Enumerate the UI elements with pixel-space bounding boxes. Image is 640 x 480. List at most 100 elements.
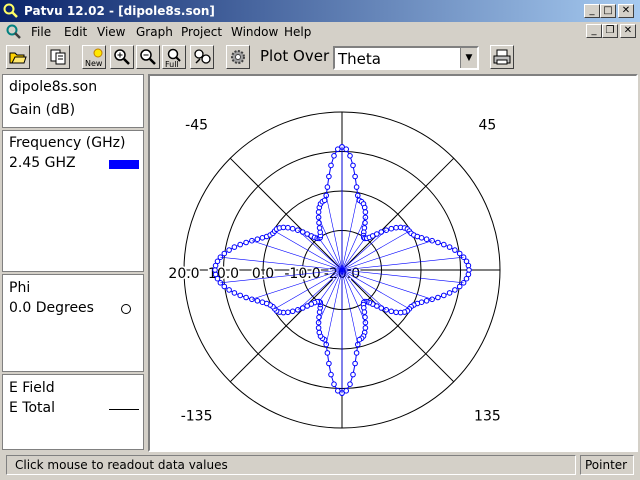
- circle-marker-icon: [121, 304, 131, 314]
- frequency-header: Frequency (GHz): [9, 135, 126, 151]
- data-point: [324, 184, 331, 190]
- data-point: [456, 250, 463, 257]
- menu-project[interactable]: Project: [181, 25, 222, 39]
- data-point: [452, 247, 458, 253]
- quantity-label: Gain (dB): [9, 102, 76, 118]
- data-point: [221, 283, 228, 290]
- menu-window[interactable]: Window: [231, 25, 278, 39]
- phi-header: Phi: [9, 280, 31, 296]
- data-point: [374, 231, 380, 237]
- data-point: [361, 309, 368, 315]
- open-icon: [9, 52, 27, 64]
- document-icon[interactable]: [6, 24, 22, 40]
- data-point: [361, 204, 368, 211]
- status-message-cell: Click mouse to readout data values: [6, 455, 576, 475]
- settings-icon: [231, 50, 245, 64]
- menu-graph[interactable]: Graph: [136, 25, 173, 39]
- status-bar: Click mouse to readout data values Point…: [0, 452, 640, 480]
- app-icon: [3, 3, 18, 18]
- data-point: [378, 305, 385, 311]
- data-point: [243, 239, 249, 246]
- angle-label: 135: [474, 408, 501, 424]
- svg-text:Full: Full: [165, 60, 179, 68]
- data-point: [331, 381, 337, 388]
- new-plot-button[interactable]: New: [82, 45, 106, 69]
- data-point: [418, 235, 425, 241]
- menu-bar: File Edit View Graph Project Window Help…: [0, 22, 640, 42]
- data-point: [441, 241, 447, 248]
- data-point: [353, 184, 360, 190]
- data-point: [331, 153, 337, 159]
- data-point: [347, 381, 353, 388]
- zoom-full-icon: Full: [165, 48, 181, 68]
- file-name: dipole8s.son: [9, 79, 98, 95]
- plot-over-select[interactable]: Theta ▼: [333, 46, 479, 70]
- angle-label: 45: [478, 118, 496, 134]
- plot-area[interactable]: 20.010.00.0-10.0-20.0-4545-135135: [148, 74, 638, 452]
- frequency-color-swatch: [109, 160, 139, 169]
- zoom-in-button[interactable]: [110, 45, 134, 69]
- zoom-full-button[interactable]: Full: [162, 45, 186, 69]
- close-button[interactable]: ✕: [618, 4, 634, 18]
- frequency-panel[interactable]: Frequency (GHz) 2.45 GHZ: [2, 130, 144, 272]
- data-point: [315, 325, 322, 331]
- data-point: [393, 309, 399, 316]
- phi-panel[interactable]: Phi 0.0 Degrees: [2, 274, 144, 372]
- copy-button[interactable]: [46, 45, 70, 69]
- radial-tick-label: 10.0: [208, 266, 239, 282]
- data-point: [423, 298, 430, 304]
- data-point: [441, 292, 447, 299]
- menu-help[interactable]: Help: [284, 25, 311, 39]
- data-point: [352, 360, 358, 367]
- data-point: [316, 329, 323, 336]
- data-point: [350, 371, 356, 378]
- data-point: [214, 258, 221, 265]
- polar-grid-spoke: [229, 269, 343, 383]
- data-point: [353, 350, 360, 356]
- open-button[interactable]: [6, 45, 30, 69]
- settings-button[interactable]: [226, 45, 250, 69]
- data-point: [328, 162, 334, 169]
- maximize-button[interactable]: □: [600, 4, 616, 18]
- plot-over-value: Theta: [338, 50, 381, 68]
- legend-sidebar: dipole8s.son Gain (dB) Frequency (GHz) 2…: [0, 74, 148, 452]
- data-point: [289, 308, 296, 315]
- pattern-spoke: [341, 217, 366, 271]
- minimize-button[interactable]: _: [584, 4, 600, 18]
- doc-restore-button[interactable]: ❐: [602, 24, 618, 38]
- print-button[interactable]: [490, 45, 514, 69]
- data-point: [362, 209, 369, 215]
- data-point: [321, 197, 328, 204]
- menu-file[interactable]: File: [31, 25, 51, 39]
- pan-button[interactable]: [190, 45, 214, 69]
- data-point: [231, 290, 238, 296]
- field-panel[interactable]: E Field E Total: [2, 374, 144, 450]
- data-point: [285, 224, 291, 231]
- data-point: [237, 292, 243, 299]
- menu-view[interactable]: View: [97, 25, 125, 39]
- phi-value: 0.0 Degrees: [9, 300, 94, 316]
- menu-edit[interactable]: Edit: [64, 25, 87, 39]
- data-point: [362, 325, 369, 331]
- zoom-out-button[interactable]: [136, 45, 160, 69]
- data-point: [347, 153, 353, 159]
- data-point: [388, 308, 395, 315]
- data-point: [435, 239, 441, 246]
- doc-close-button[interactable]: ✕: [620, 24, 636, 38]
- chevron-down-icon[interactable]: ▼: [460, 48, 477, 68]
- file-panel[interactable]: dipole8s.son Gain (dB): [2, 74, 144, 128]
- radial-tick-label: 20.0: [168, 266, 199, 282]
- polar-grid-spoke: [229, 157, 343, 271]
- angle-label: -135: [181, 408, 213, 424]
- data-point: [254, 236, 261, 242]
- toolbar: New Full Plot Over Theta ▼: [0, 42, 640, 74]
- data-point: [324, 350, 331, 356]
- data-point: [289, 225, 296, 232]
- polar-plot[interactable]: 20.010.00.0-10.0-20.0-4545-135135: [150, 76, 636, 450]
- data-point: [316, 225, 323, 231]
- data-point: [285, 309, 291, 316]
- doc-minimize-button[interactable]: _: [586, 24, 602, 38]
- title-bar: Patvu 12.02 - [dipole8s.son] _ □ ✕: [0, 0, 640, 22]
- status-mode-cell: Pointer: [580, 455, 634, 475]
- data-point: [226, 247, 232, 253]
